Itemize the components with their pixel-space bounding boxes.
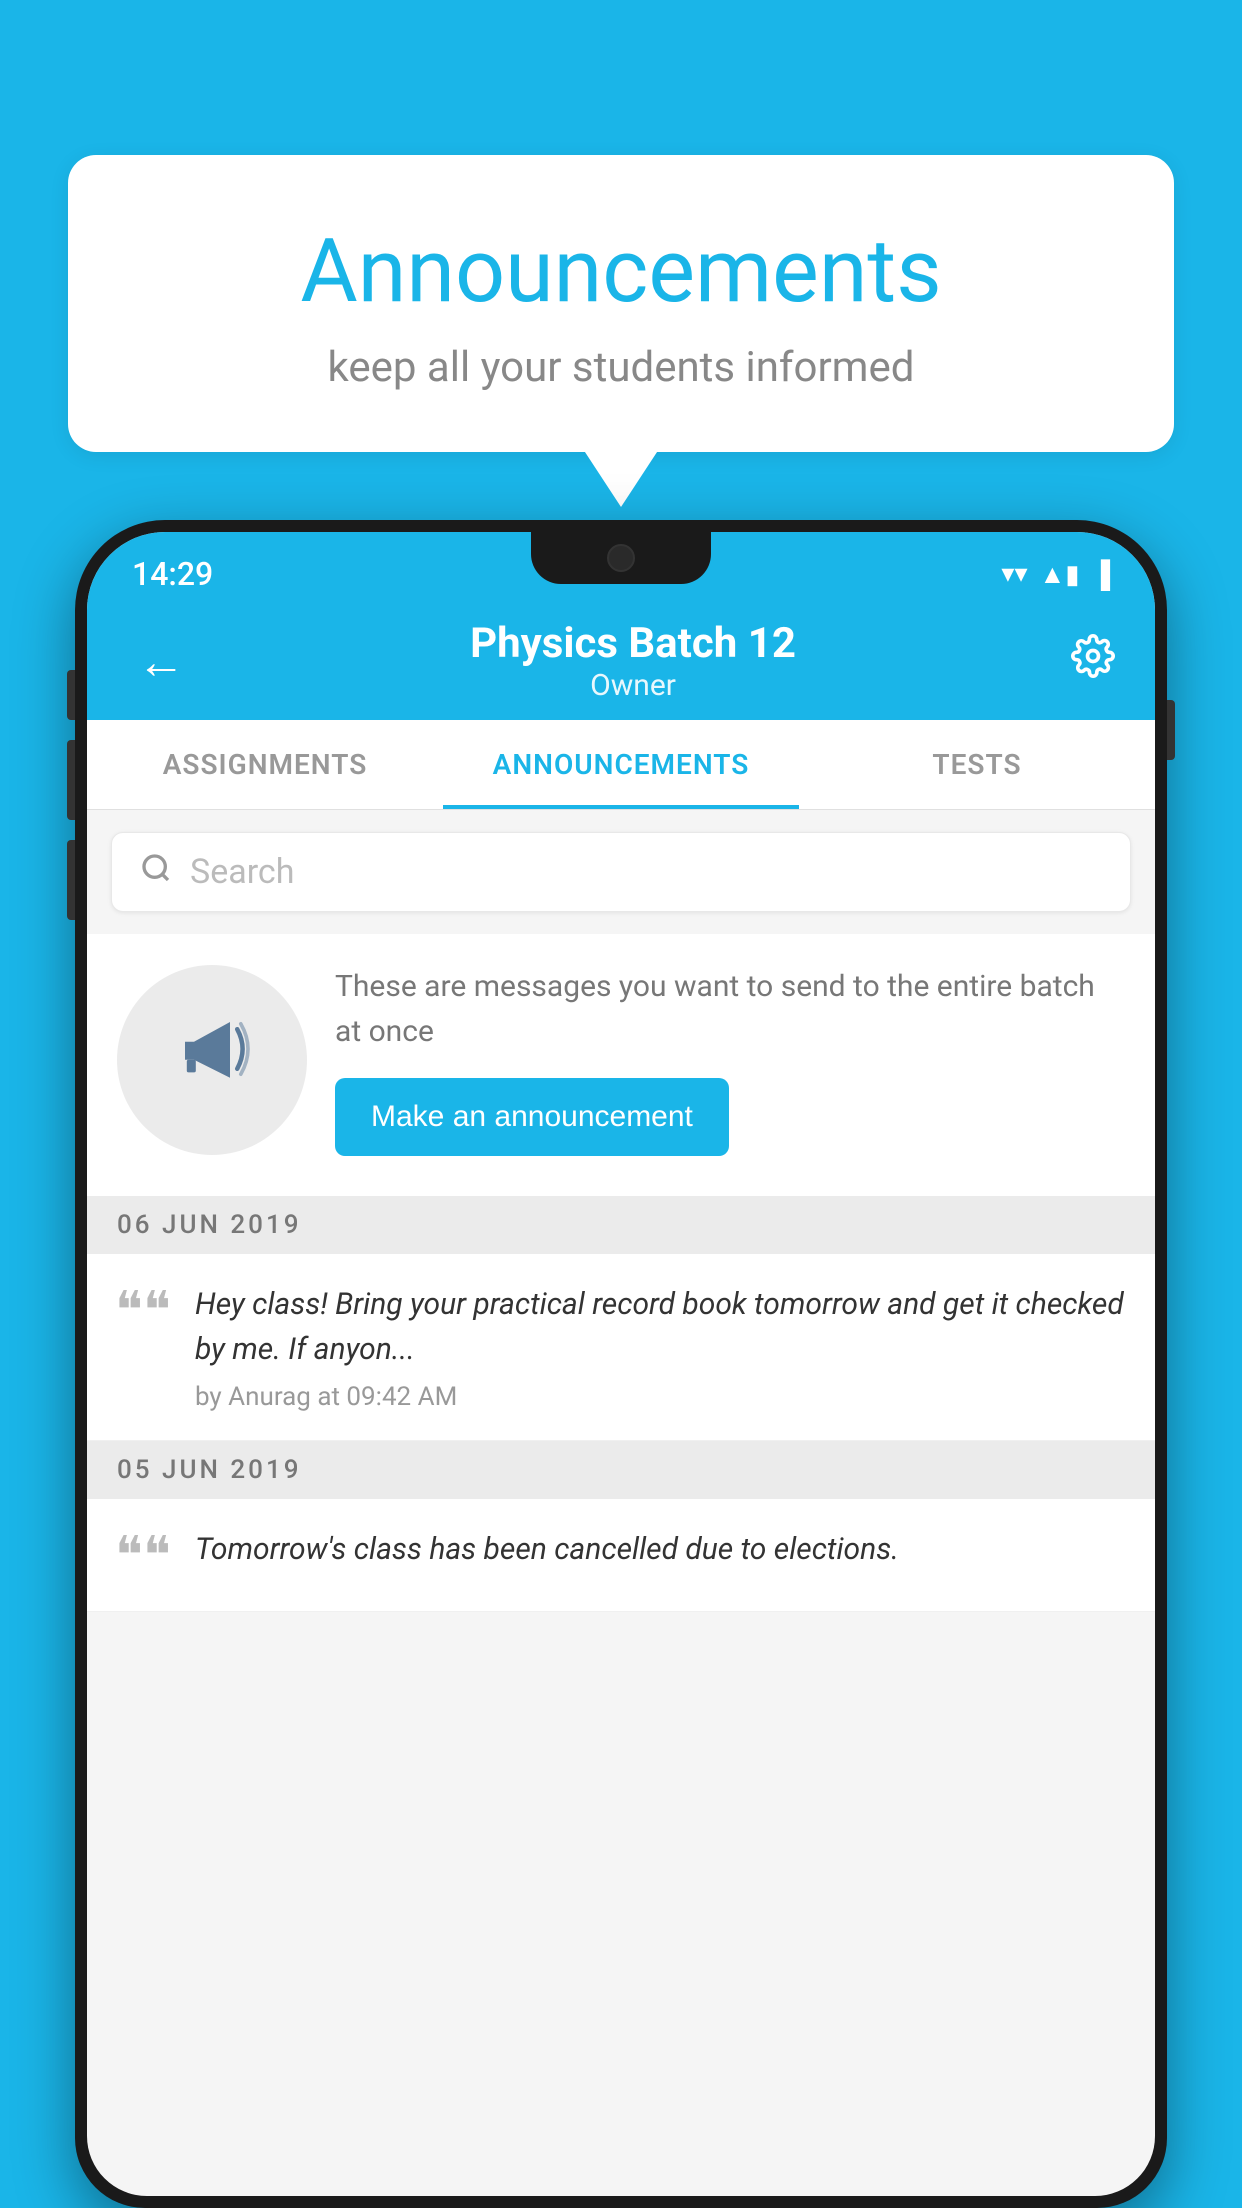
search-icon [140, 851, 172, 893]
megaphone-icon [167, 1004, 257, 1116]
speech-bubble: Announcements keep all your students inf… [68, 155, 1174, 452]
app-bar-title: Physics Batch 12 [470, 619, 796, 668]
signal-icon: ▲▮ [1040, 559, 1080, 590]
announcement-content-1: Hey class! Bring your practical record b… [195, 1282, 1127, 1412]
phone-side-button-2 [67, 740, 75, 820]
tab-assignments[interactable]: ASSIGNMENTS [87, 720, 443, 809]
tabs-bar: ASSIGNMENTS ANNOUNCEMENTS TESTS [87, 720, 1155, 810]
phone-side-button-1 [67, 670, 75, 720]
app-bar: ← Physics Batch 12 Owner [87, 602, 1155, 720]
phone-wrapper: 14:29 ▾▾ ▲▮ ▐ ← Physics Batch 12 Owner [75, 520, 1167, 2208]
announcement-item-2[interactable]: ❝❝ Tomorrow's class has been cancelled d… [87, 1499, 1155, 1612]
status-time: 14:29 [132, 555, 213, 593]
bubble-title: Announcements [118, 220, 1124, 323]
battery-icon: ▐ [1092, 559, 1110, 590]
quote-icon-1: ❝❝ [115, 1286, 171, 1338]
app-bar-title-section: Physics Batch 12 Owner [470, 619, 796, 703]
phone-outer: 14:29 ▾▾ ▲▮ ▐ ← Physics Batch 12 Owner [75, 520, 1167, 2208]
megaphone-circle [117, 965, 307, 1155]
phone-screen: 14:29 ▾▾ ▲▮ ▐ ← Physics Batch 12 Owner [87, 532, 1155, 2196]
bubble-subtitle: keep all your students informed [118, 343, 1124, 392]
quote-icon-2: ❝❝ [115, 1531, 171, 1583]
cta-area: These are messages you want to send to t… [87, 934, 1155, 1196]
tab-announcements[interactable]: ANNOUNCEMENTS [443, 720, 799, 809]
announcement-content-2: Tomorrow's class has been cancelled due … [195, 1527, 1127, 1582]
tab-tests[interactable]: TESTS [799, 720, 1155, 809]
phone-side-button-3 [67, 840, 75, 920]
phone-side-power-button [1167, 700, 1175, 760]
phone-camera [607, 544, 635, 572]
announcement-meta-1: by Anurag at 09:42 AM [195, 1382, 1127, 1412]
cta-description: These are messages you want to send to t… [335, 964, 1125, 1054]
search-bar[interactable]: Search [111, 832, 1131, 912]
date-separator-2: 05 JUN 2019 [87, 1441, 1155, 1499]
status-icons: ▾▾ ▲▮ ▐ [1001, 559, 1110, 590]
speech-bubble-container: Announcements keep all your students inf… [68, 155, 1174, 452]
back-button[interactable]: ← [127, 623, 195, 700]
make-announcement-button[interactable]: Make an announcement [335, 1078, 729, 1156]
wifi-icon: ▾▾ [1001, 559, 1027, 589]
app-bar-subtitle: Owner [470, 668, 796, 703]
announcement-text-1: Hey class! Bring your practical record b… [195, 1282, 1127, 1372]
settings-button[interactable] [1071, 634, 1115, 689]
announcement-text-2: Tomorrow's class has been cancelled due … [195, 1527, 1127, 1572]
announcement-item-1[interactable]: ❝❝ Hey class! Bring your practical recor… [87, 1254, 1155, 1441]
phone-notch [531, 532, 711, 584]
date-separator-1: 06 JUN 2019 [87, 1196, 1155, 1254]
search-placeholder: Search [190, 852, 294, 892]
cta-right: These are messages you want to send to t… [335, 964, 1125, 1156]
